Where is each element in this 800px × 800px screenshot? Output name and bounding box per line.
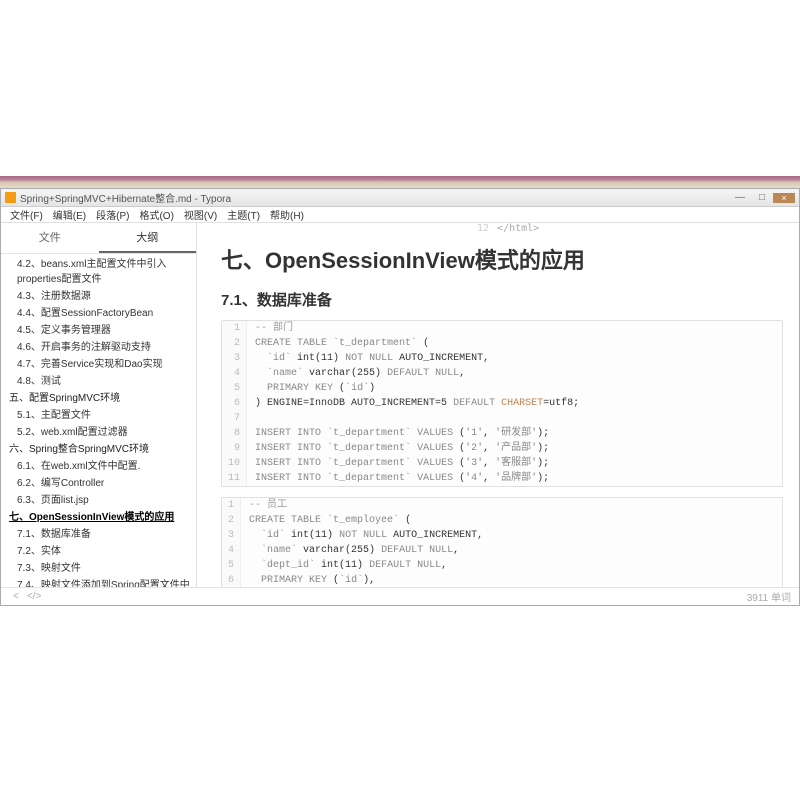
heading-2[interactable]: 7.1、数据库准备 bbox=[221, 289, 783, 310]
tab-outline[interactable]: 大纲 bbox=[99, 223, 197, 253]
code-line[interactable]: INSERT INTO `t_department` VALUES ('3', … bbox=[247, 456, 782, 471]
code-line[interactable]: CREATE TABLE `t_employee` ( bbox=[241, 513, 799, 528]
outline-tree[interactable]: 4.2、beans.xml主配置文件中引入properties配置文件4.3、注… bbox=[1, 254, 196, 587]
outline-item[interactable]: 4.7、完善Service实现和Dao实现 bbox=[1, 356, 196, 373]
outline-item[interactable]: 4.6、开启事务的注解驱动支持 bbox=[1, 339, 196, 356]
code-line[interactable]: -- 部门 bbox=[247, 321, 782, 336]
code-line[interactable]: PRIMARY KEY (`id`) bbox=[247, 381, 782, 396]
code-line[interactable]: `id` int(11) NOT NULL AUTO_INCREMENT, bbox=[241, 528, 799, 543]
line-number: 3 bbox=[222, 351, 247, 366]
heading-1[interactable]: 七、OpenSessionInView模式的应用 bbox=[221, 243, 783, 275]
titlebar[interactable]: Spring+SpringMVC+Hibernate整合.md - Typora… bbox=[1, 189, 799, 207]
code-line[interactable] bbox=[247, 411, 782, 426]
line-number: 1 bbox=[222, 498, 241, 513]
statusbar: < </> 3911 单词 bbox=[1, 587, 799, 605]
menu-item[interactable]: 视图(V) bbox=[179, 207, 222, 222]
tab-files[interactable]: 文件 bbox=[1, 223, 99, 253]
menu-item[interactable]: 主题(T) bbox=[222, 207, 265, 222]
app-window: Spring+SpringMVC+Hibernate整合.md - Typora… bbox=[0, 188, 800, 606]
line-number: 6 bbox=[222, 396, 247, 411]
line-number: 4 bbox=[222, 366, 247, 381]
line-number: 1 bbox=[222, 321, 247, 336]
minimize-button[interactable]: — bbox=[729, 192, 751, 203]
outline-item[interactable]: 7.2、实体 bbox=[1, 543, 196, 560]
outline-item[interactable]: 4.2、beans.xml主配置文件中引入properties配置文件 bbox=[1, 256, 196, 288]
outline-item[interactable]: 六、Spring整合SpringMVC环境 bbox=[1, 441, 196, 458]
line-number: 11 bbox=[222, 471, 247, 486]
outline-item[interactable]: 7.4、映射文件添加到Spring配置文件中 bbox=[1, 577, 196, 587]
window-title: Spring+SpringMVC+Hibernate整合.md - Typora bbox=[20, 190, 231, 205]
outline-item[interactable]: 4.5、定义事务管理器 bbox=[1, 322, 196, 339]
outline-item[interactable]: 7.3、映射文件 bbox=[1, 560, 196, 577]
outline-item[interactable]: 5.2、web.xml配置过滤器 bbox=[1, 424, 196, 441]
word-count[interactable]: 3911 单词 bbox=[747, 589, 791, 604]
line-number: 5 bbox=[222, 558, 241, 573]
menu-item[interactable]: 文件(F) bbox=[5, 207, 48, 222]
menu-item[interactable]: 格式(O) bbox=[134, 207, 178, 222]
line-number: 5 bbox=[222, 381, 247, 396]
outline-item[interactable]: 6.2、编写Controller bbox=[1, 475, 196, 492]
menu-item[interactable]: 段落(P) bbox=[91, 207, 134, 222]
line-number: 2 bbox=[222, 513, 241, 528]
menubar: 文件(F)编辑(E)段落(P)格式(O)视图(V)主题(T)帮助(H) bbox=[1, 207, 799, 223]
code-block-1[interactable]: 1-- 部门2CREATE TABLE `t_department` (3 `i… bbox=[221, 320, 783, 487]
close-button[interactable]: × bbox=[773, 193, 795, 203]
code-line[interactable]: `name` varchar(255) DEFAULT NULL, bbox=[247, 366, 782, 381]
code-block-2[interactable]: 1-- 员工2CREATE TABLE `t_employee` (3 `id`… bbox=[221, 497, 783, 587]
code-line[interactable]: PRIMARY KEY (`id`), bbox=[241, 573, 799, 587]
outline-item[interactable]: 6.1、在web.xml文件中配置. bbox=[1, 458, 196, 475]
source-mode-icon[interactable]: </> bbox=[23, 591, 45, 602]
maximize-button[interactable]: □ bbox=[751, 192, 773, 203]
outline-item[interactable]: 五、配置SpringMVC环境 bbox=[1, 390, 196, 407]
code-line[interactable]: `id` int(11) NOT NULL AUTO_INCREMENT, bbox=[247, 351, 782, 366]
line-number: 6 bbox=[222, 573, 241, 587]
code-line[interactable]: `name` varchar(255) DEFAULT NULL, bbox=[241, 543, 799, 558]
editor-content[interactable]: 12</html> 七、OpenSessionInView模式的应用 7.1、数… bbox=[197, 223, 799, 587]
outline-item[interactable]: 4.4、配置SessionFactoryBean bbox=[1, 305, 196, 322]
line-number: 3 bbox=[222, 528, 241, 543]
outline-item[interactable]: 6.3、页面list.jsp bbox=[1, 492, 196, 509]
prev-code-tail: 12</html> bbox=[477, 223, 539, 234]
menu-item[interactable]: 编辑(E) bbox=[48, 207, 91, 222]
code-line[interactable]: INSERT INTO `t_department` VALUES ('2', … bbox=[247, 441, 782, 456]
outline-item[interactable]: 七、OpenSessionInView模式的应用 bbox=[1, 509, 196, 526]
code-line[interactable]: -- 员工 bbox=[241, 498, 799, 513]
line-number: 9 bbox=[222, 441, 247, 456]
sidebar-tabs: 文件 大纲 bbox=[1, 223, 196, 254]
outline-item[interactable]: 4.8、测试 bbox=[1, 373, 196, 390]
line-number: 10 bbox=[222, 456, 247, 471]
code-line[interactable]: INSERT INTO `t_department` VALUES ('1', … bbox=[247, 426, 782, 441]
menu-item[interactable]: 帮助(H) bbox=[265, 207, 309, 222]
outline-item[interactable]: 7.1、数据库准备 bbox=[1, 526, 196, 543]
code-line[interactable]: ) ENGINE=InnoDB AUTO_INCREMENT=5 DEFAULT… bbox=[247, 396, 782, 411]
app-icon bbox=[5, 192, 16, 203]
sidebar-toggle-icon[interactable]: < bbox=[9, 591, 23, 602]
code-line[interactable]: `dept_id` int(11) DEFAULT NULL, bbox=[241, 558, 799, 573]
outline-item[interactable]: 4.3、注册数据源 bbox=[1, 288, 196, 305]
code-line[interactable]: INSERT INTO `t_department` VALUES ('4', … bbox=[247, 471, 782, 486]
line-number: 4 bbox=[222, 543, 241, 558]
outline-item[interactable]: 5.1、主配置文件 bbox=[1, 407, 196, 424]
line-number: 8 bbox=[222, 426, 247, 441]
line-number: 7 bbox=[222, 411, 247, 426]
code-line[interactable]: CREATE TABLE `t_department` ( bbox=[247, 336, 782, 351]
line-number: 2 bbox=[222, 336, 247, 351]
sidebar: 文件 大纲 4.2、beans.xml主配置文件中引入properties配置文… bbox=[1, 223, 197, 587]
